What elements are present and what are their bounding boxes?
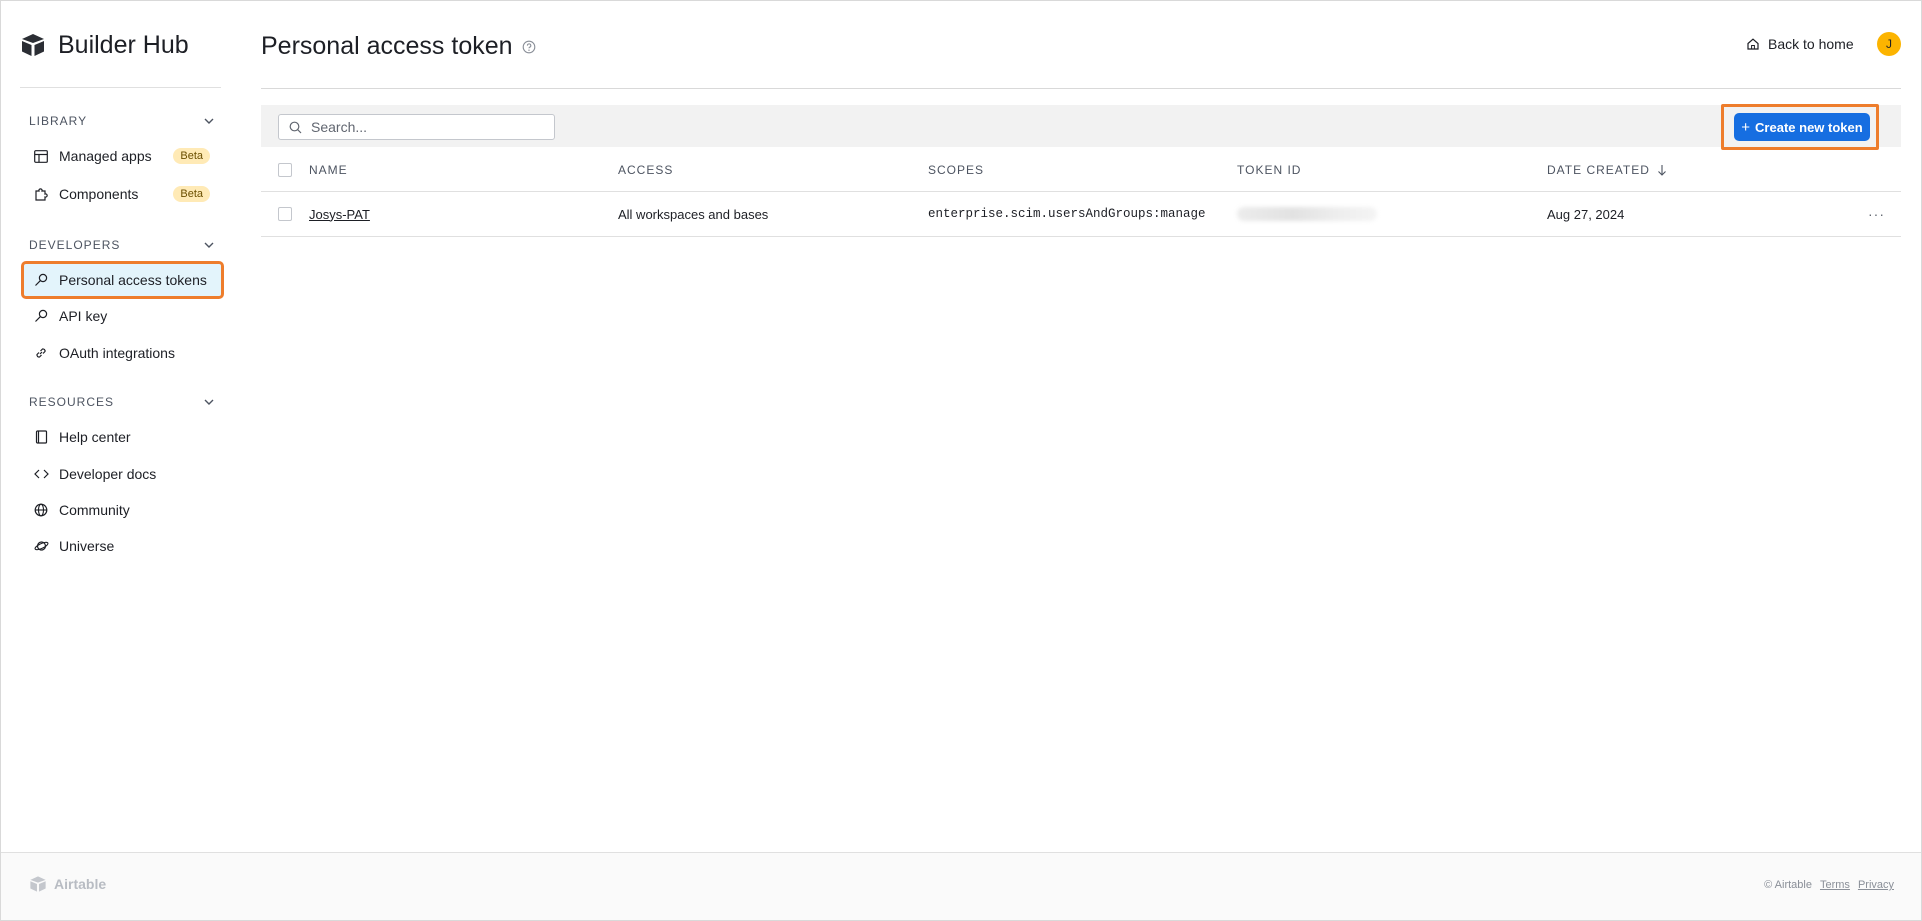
brand-name: Builder Hub <box>58 30 189 59</box>
sidebar-item-personal-access-tokens[interactable]: Personal access tokens <box>21 261 224 299</box>
layout-icon <box>33 148 49 164</box>
token-scopes-cell: enterprise.scim.usersAndGroups:manage <box>928 207 1206 221</box>
sidebar-item-help-center[interactable]: Help center <box>23 420 222 454</box>
search-box[interactable] <box>278 114 555 140</box>
token-id-cell <box>1237 192 1377 236</box>
beta-badge: Beta <box>173 186 210 202</box>
section-title: LIBRARY <box>29 114 88 128</box>
search-input[interactable] <box>311 119 541 135</box>
footer-links: © Airtable Terms Privacy <box>1764 879 1894 891</box>
header-divider <box>261 88 1901 89</box>
sidebar-item-developer-docs[interactable]: Developer docs <box>23 457 222 491</box>
sidebar-item-oauth-integrations[interactable]: OAuth integrations <box>23 336 222 370</box>
search-icon <box>289 121 302 133</box>
sidebar-item-components[interactable]: Components Beta <box>23 177 222 211</box>
chevron-down-icon[interactable] <box>202 114 216 128</box>
toolbar: + Create new token <box>261 104 1901 150</box>
sidebar-item-label: Personal access tokens <box>59 272 207 288</box>
sidebar-item-label: Help center <box>59 429 131 445</box>
column-header-name[interactable]: NAME <box>309 148 348 191</box>
footer-copyright: © Airtable <box>1764 879 1812 891</box>
row-checkbox[interactable] <box>278 207 292 221</box>
planet-icon <box>33 538 49 554</box>
code-icon <box>33 466 49 482</box>
key-icon <box>33 272 49 288</box>
column-header-scopes[interactable]: SCOPES <box>928 148 984 191</box>
builder-hub-logo-icon <box>22 34 44 56</box>
footer-logo-text: Airtable <box>54 876 107 892</box>
footer-divider <box>1 852 1921 853</box>
section-resources-header[interactable]: RESOURCES <box>29 392 216 412</box>
table-header-row: NAME ACCESS SCOPES TOKEN ID DATE CREATED <box>261 148 1901 192</box>
section-library-header[interactable]: LIBRARY <box>29 111 216 131</box>
column-header-token-id[interactable]: TOKEN ID <box>1237 148 1301 191</box>
sidebar-item-label: Universe <box>59 538 115 554</box>
footer-terms-link[interactable]: Terms <box>1820 879 1850 891</box>
token-date-cell: Aug 27, 2024 <box>1547 206 1625 222</box>
sidebar-item-label: Developer docs <box>59 466 157 482</box>
brand[interactable]: Builder Hub <box>20 30 189 60</box>
key-icon <box>33 308 49 324</box>
token-name-cell: Josys-PAT <box>309 192 370 236</box>
page-title: Personal access token <box>261 32 536 61</box>
link-icon <box>33 345 49 361</box>
back-to-home-link[interactable]: Back to home <box>1746 36 1854 52</box>
section-title: RESOURCES <box>29 395 115 409</box>
sidebar-divider <box>20 87 221 88</box>
globe-icon <box>33 502 49 518</box>
section-developers-header[interactable]: DEVELOPERS <box>29 235 216 255</box>
plus-icon: + <box>1741 118 1751 136</box>
section-title: DEVELOPERS <box>29 238 121 252</box>
home-icon <box>1747 38 1759 50</box>
row-more-options-button[interactable]: ··· <box>1868 192 1885 236</box>
sidebar-item-universe[interactable]: Universe <box>23 529 222 563</box>
chevron-down-icon[interactable] <box>202 395 216 409</box>
footer <box>1 853 1921 920</box>
sidebar-item-label: OAuth integrations <box>59 345 175 361</box>
token-access-cell: All workspaces and bases <box>618 206 769 222</box>
chevron-down-icon[interactable] <box>202 238 216 252</box>
book-icon <box>33 429 49 445</box>
footer-logo[interactable]: Airtable <box>28 875 106 893</box>
tokens-table: NAME ACCESS SCOPES TOKEN ID DATE CREATED… <box>261 148 1901 237</box>
create-new-token-label: Create new token <box>1755 119 1863 135</box>
column-header-access[interactable]: ACCESS <box>618 148 673 191</box>
back-to-home-label: Back to home <box>1768 36 1854 52</box>
footer-privacy-link[interactable]: Privacy <box>1858 879 1894 891</box>
row-select-cell <box>278 192 292 236</box>
column-header-date-created-label: DATE CREATED <box>1547 162 1650 177</box>
sidebar-item-label: Components <box>59 186 139 202</box>
avatar[interactable]: J <box>1877 32 1901 56</box>
arrow-down-icon <box>1658 164 1666 176</box>
airtable-logo-icon <box>30 876 46 892</box>
sidebar-item-api-key[interactable]: API key <box>23 299 222 333</box>
sidebar-item-managed-apps[interactable]: Managed apps Beta <box>23 139 222 173</box>
select-all-checkbox[interactable] <box>278 162 292 177</box>
token-id-redacted <box>1237 207 1377 221</box>
sidebar-item-label: Managed apps <box>59 148 152 164</box>
help-icon[interactable] <box>522 40 536 54</box>
page-title-text: Personal access token <box>261 32 513 60</box>
puzzle-icon <box>33 186 49 202</box>
sidebar-item-label: API key <box>59 308 108 324</box>
sidebar: Builder Hub LIBRARY Managed apps Beta Co… <box>20 0 224 850</box>
select-all-cell <box>278 148 292 191</box>
token-name-link[interactable]: Josys-PAT <box>309 207 370 222</box>
sidebar-item-community[interactable]: Community <box>23 493 222 527</box>
column-header-date-created[interactable]: DATE CREATED <box>1547 148 1667 191</box>
sidebar-item-label: Community <box>59 502 130 518</box>
table-row[interactable]: Josys-PAT All workspaces and bases enter… <box>261 192 1901 237</box>
beta-badge: Beta <box>173 148 210 164</box>
create-new-token-button[interactable]: + Create new token <box>1734 113 1870 141</box>
